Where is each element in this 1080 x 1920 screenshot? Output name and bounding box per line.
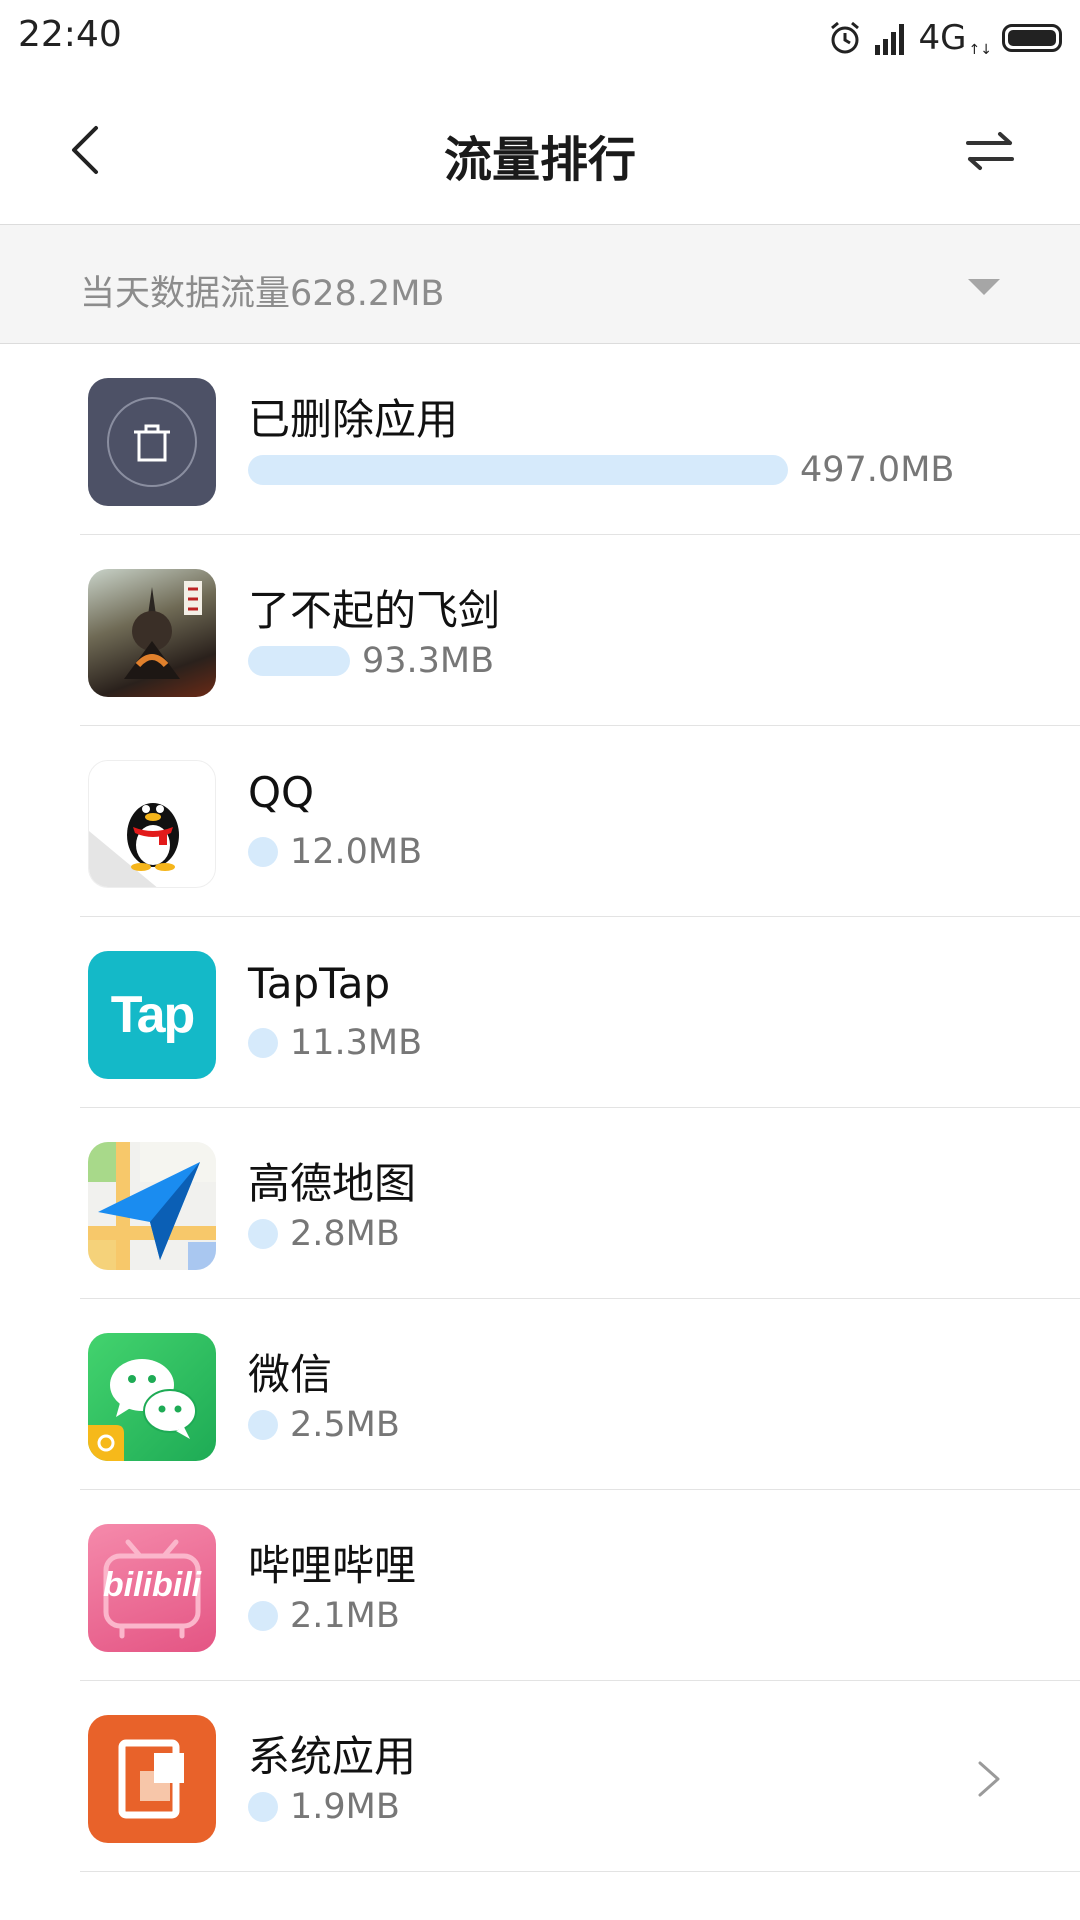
status-time: 22:40 [18, 14, 122, 55]
usage-value: 93.3MB [362, 641, 495, 681]
app-name: 了不起的飞剑 [248, 586, 501, 635]
usage-value: 2.1MB [290, 1596, 400, 1636]
amap-icon [88, 1142, 216, 1270]
battery-icon [1002, 24, 1062, 52]
qq-penguin-icon [88, 760, 216, 888]
app-name: TapTap [248, 959, 391, 1008]
usage-bar [248, 455, 788, 485]
app-name: 高德地图 [248, 1159, 417, 1208]
usage-bar [248, 646, 350, 676]
app-name: 微信 [248, 1350, 333, 1399]
signal-icon [873, 21, 909, 55]
usage-value: 11.3MB [290, 1023, 423, 1063]
app-name: 系统应用 [248, 1732, 417, 1781]
list-item[interactable]: 已删除应用 497.0MB [0, 344, 1080, 535]
usage-bar [248, 1028, 278, 1058]
usage-row: 1.9MB [248, 1787, 400, 1827]
usage-bar [248, 1219, 278, 1249]
usage-bar [248, 837, 278, 867]
system-apps-icon [88, 1715, 216, 1843]
list-item[interactable]: 了不起的飞剑 93.3MB [0, 535, 1080, 726]
app-header: 流量排行 [0, 76, 1080, 224]
usage-row: 2.1MB [248, 1596, 400, 1636]
usage-row: 2.8MB [248, 1214, 400, 1254]
chevron-right-icon [974, 1759, 1004, 1799]
usage-bar [248, 1410, 278, 1440]
wechat-icon [88, 1333, 216, 1461]
usage-bar [248, 1792, 278, 1822]
trash-icon [88, 378, 216, 506]
alarm-icon [827, 20, 863, 56]
swap-arrows-icon [966, 132, 1014, 170]
app-name: 哔哩哔哩 [248, 1541, 417, 1590]
network-type: 4G ↑↓ [918, 18, 992, 58]
usage-row: 11.3MB [248, 1023, 422, 1063]
usage-value: 497.0MB [800, 450, 955, 490]
list-item-system-apps[interactable]: 系统应用 1.9MB [0, 1681, 1080, 1872]
usage-value: 1.9MB [290, 1787, 400, 1827]
list-item[interactable]: bilibili 哔哩哔哩 2.1MB [0, 1490, 1080, 1681]
taptap-icon: Tap [88, 951, 216, 1079]
daily-data-usage-label: 当天数据流量628.2MB [80, 274, 445, 314]
app-name: 已删除应用 [248, 395, 459, 444]
sort-toggle-button[interactable] [960, 126, 1020, 176]
usage-value: 2.5MB [290, 1405, 400, 1445]
list-item[interactable]: QQ 12.0MB [0, 726, 1080, 917]
list-item[interactable]: 高德地图 2.8MB [0, 1108, 1080, 1299]
usage-row: 2.5MB [248, 1405, 400, 1445]
usage-row: 497.0MB [248, 450, 954, 490]
status-bar: 22:40 4G ↑↓ [0, 0, 1080, 76]
status-icons: 4G ↑↓ [827, 16, 1062, 60]
game-icon [88, 569, 216, 697]
app-usage-list: 已删除应用 497.0MB 了不起的飞剑 93.3MB QQ 12.0MB Ta… [0, 344, 1080, 1872]
bilibili-icon: bilibili [88, 1524, 216, 1652]
date-range-selector[interactable]: 当天数据流量628.2MB [0, 224, 1080, 344]
list-item[interactable]: 微信 2.5MB [0, 1299, 1080, 1490]
usage-row: 12.0MB [248, 832, 422, 872]
page-title: 流量排行 [443, 132, 636, 188]
usage-value: 12.0MB [290, 832, 423, 872]
triangle-down-icon [968, 279, 1000, 295]
app-name: QQ [248, 768, 315, 817]
usage-value: 2.8MB [290, 1214, 400, 1254]
usage-row: 93.3MB [248, 641, 494, 681]
list-item[interactable]: Tap TapTap 11.3MB [0, 917, 1080, 1108]
usage-bar [248, 1601, 278, 1631]
